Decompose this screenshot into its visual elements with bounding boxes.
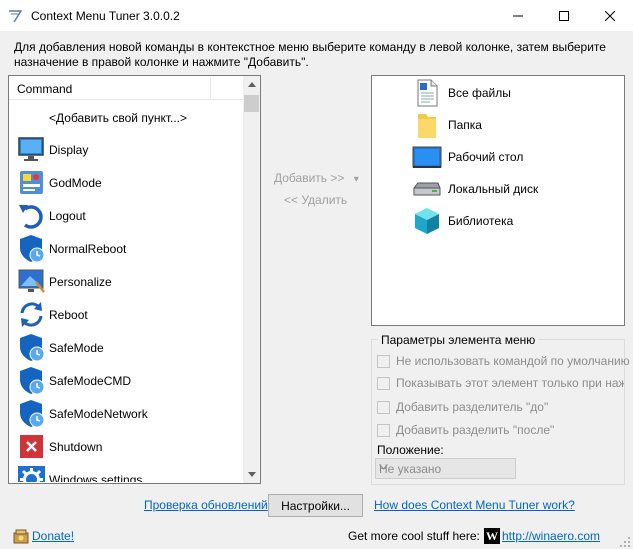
shield-clock-icon <box>20 235 45 263</box>
checkbox-separator-before[interactable] <box>377 401 390 414</box>
close-button[interactable] <box>587 0 633 31</box>
location-label: Рабочий стол <box>448 150 524 164</box>
command-label: Display <box>49 143 89 157</box>
add-button[interactable]: Добавить >> ▾ <box>274 171 359 185</box>
command-label: Windows settings <box>49 473 143 482</box>
command-label: Reboot <box>49 308 88 322</box>
command-list[interactable]: Command <Добавить свой пункт...> Display <box>8 75 261 484</box>
list-item[interactable]: Display <box>9 133 244 166</box>
resize-grip-icon[interactable] <box>620 537 631 548</box>
location-list[interactable]: Все файлы Папка Рабочий стол Локальный д… <box>371 75 625 326</box>
checkbox-shift-only[interactable] <box>377 377 390 390</box>
donate-link[interactable]: Donate! <box>32 529 74 543</box>
list-item[interactable]: <Добавить свой пункт...> <box>9 101 244 133</box>
column-separator[interactable] <box>210 78 211 98</box>
display-icon <box>18 137 44 161</box>
minimize-button[interactable] <box>495 0 541 31</box>
file-icon <box>417 79 438 107</box>
close-icon <box>605 10 615 21</box>
checkbox-label: Не использовать командой по умолчанию <box>396 354 630 368</box>
scroll-down-button[interactable] <box>243 466 260 483</box>
refresh-icon <box>20 302 43 327</box>
command-label: Logout <box>49 209 86 223</box>
list-item[interactable]: Personalize <box>9 265 244 298</box>
position-select[interactable]: Не указано <box>375 458 516 479</box>
scroll-down-icon <box>247 472 256 477</box>
command-label: Shutdown <box>49 440 103 454</box>
maximize-button[interactable] <box>541 0 587 31</box>
shield-clock-icon <box>20 334 45 362</box>
desktop-icon <box>412 146 442 168</box>
app-icon <box>9 10 23 23</box>
checkbox-label: Добавить разделитель "до" <box>396 400 549 414</box>
command-label: SafeModeCMD <box>49 374 132 388</box>
command-label: GodMode <box>49 176 102 190</box>
winaero-link[interactable]: http://winaero.com <box>502 529 600 543</box>
scroll-thumb[interactable] <box>244 95 259 112</box>
location-label: Все файлы <box>448 86 511 100</box>
folder-icon <box>418 114 436 138</box>
add-dropdown-icon[interactable]: ▾ <box>354 174 359 185</box>
winaero-logo-letter: W <box>486 528 498 543</box>
instructions-text: Для добавления новой команды в контекстн… <box>14 40 606 69</box>
command-header-label: Command <box>17 82 73 96</box>
command-label: SafeMode <box>49 341 104 355</box>
command-label: NormalReboot <box>49 242 127 256</box>
list-item[interactable]: SafeMode <box>9 331 244 364</box>
scroll-up-icon <box>247 82 256 87</box>
shield-clock-icon <box>20 400 45 428</box>
remove-button[interactable]: << Удалить <box>284 193 347 207</box>
cool-stuff-text: Get more cool stuff here: <box>348 529 480 543</box>
winaero-logo: W <box>484 528 500 544</box>
position-label: Положение: <box>377 443 444 457</box>
settings-button[interactable]: Настройки... <box>268 494 363 517</box>
maximize-icon <box>559 10 569 21</box>
command-label: SafeModeNetwork <box>49 407 148 421</box>
location-label: Папка <box>448 118 482 132</box>
donate-icon <box>13 529 29 544</box>
drive-icon <box>413 182 441 196</box>
location-label: Локальный диск <box>448 182 539 196</box>
list-item[interactable]: Reboot <box>9 298 244 331</box>
checkbox-label: Показывать этот элемент только при нажат <box>396 376 624 390</box>
params-group-title: Параметры элемента меню <box>378 333 539 347</box>
check-updates-link[interactable]: Проверка обновлений <box>144 498 268 512</box>
settings-button-label: Настройки... <box>281 498 350 513</box>
command-items: <Добавить свой пункт...> Display GodMode <box>9 101 244 482</box>
gear-icon <box>18 466 45 482</box>
list-item[interactable]: GodMode <box>9 166 244 199</box>
command-column-header[interactable]: Command <box>9 76 244 100</box>
title-bar: Context Menu Tuner 3.0.0.2 <box>0 0 633 31</box>
list-item[interactable]: NormalReboot <box>9 232 244 265</box>
checkbox-no-default[interactable] <box>377 355 390 368</box>
list-item[interactable]: SafeModeCMD <box>9 364 244 397</box>
command-label: <Добавить свой пункт...> <box>49 111 188 125</box>
logout-arrow-icon <box>19 205 43 229</box>
control-panel-icon <box>20 171 43 194</box>
minimize-icon <box>513 15 523 16</box>
shield-clock-icon <box>20 367 45 395</box>
add-button-label: Добавить >> <box>274 171 345 185</box>
red-x-icon <box>20 435 43 458</box>
checkbox-label: Добавить разделить "после" <box>396 423 555 437</box>
window-title: Context Menu Tuner 3.0.0.2 <box>31 9 180 23</box>
list-item[interactable]: SafeModeNetwork <box>9 397 244 430</box>
chevron-down-icon <box>379 462 510 473</box>
checkbox-separator-after[interactable] <box>377 424 390 437</box>
library-icon <box>415 208 439 234</box>
list-item[interactable]: Logout <box>9 199 244 232</box>
vertical-scrollbar[interactable] <box>243 76 260 483</box>
list-item[interactable]: Windows settings <box>9 463 244 482</box>
personalize-icon <box>18 269 45 293</box>
remove-button-label: << Удалить <box>284 193 348 207</box>
location-label: Библиотека <box>448 214 514 228</box>
command-label: Personalize <box>49 275 112 289</box>
scroll-up-button[interactable] <box>243 76 260 93</box>
how-it-works-link[interactable]: How does Context Menu Tuner work? <box>374 498 575 512</box>
list-item[interactable]: Shutdown <box>9 430 244 463</box>
